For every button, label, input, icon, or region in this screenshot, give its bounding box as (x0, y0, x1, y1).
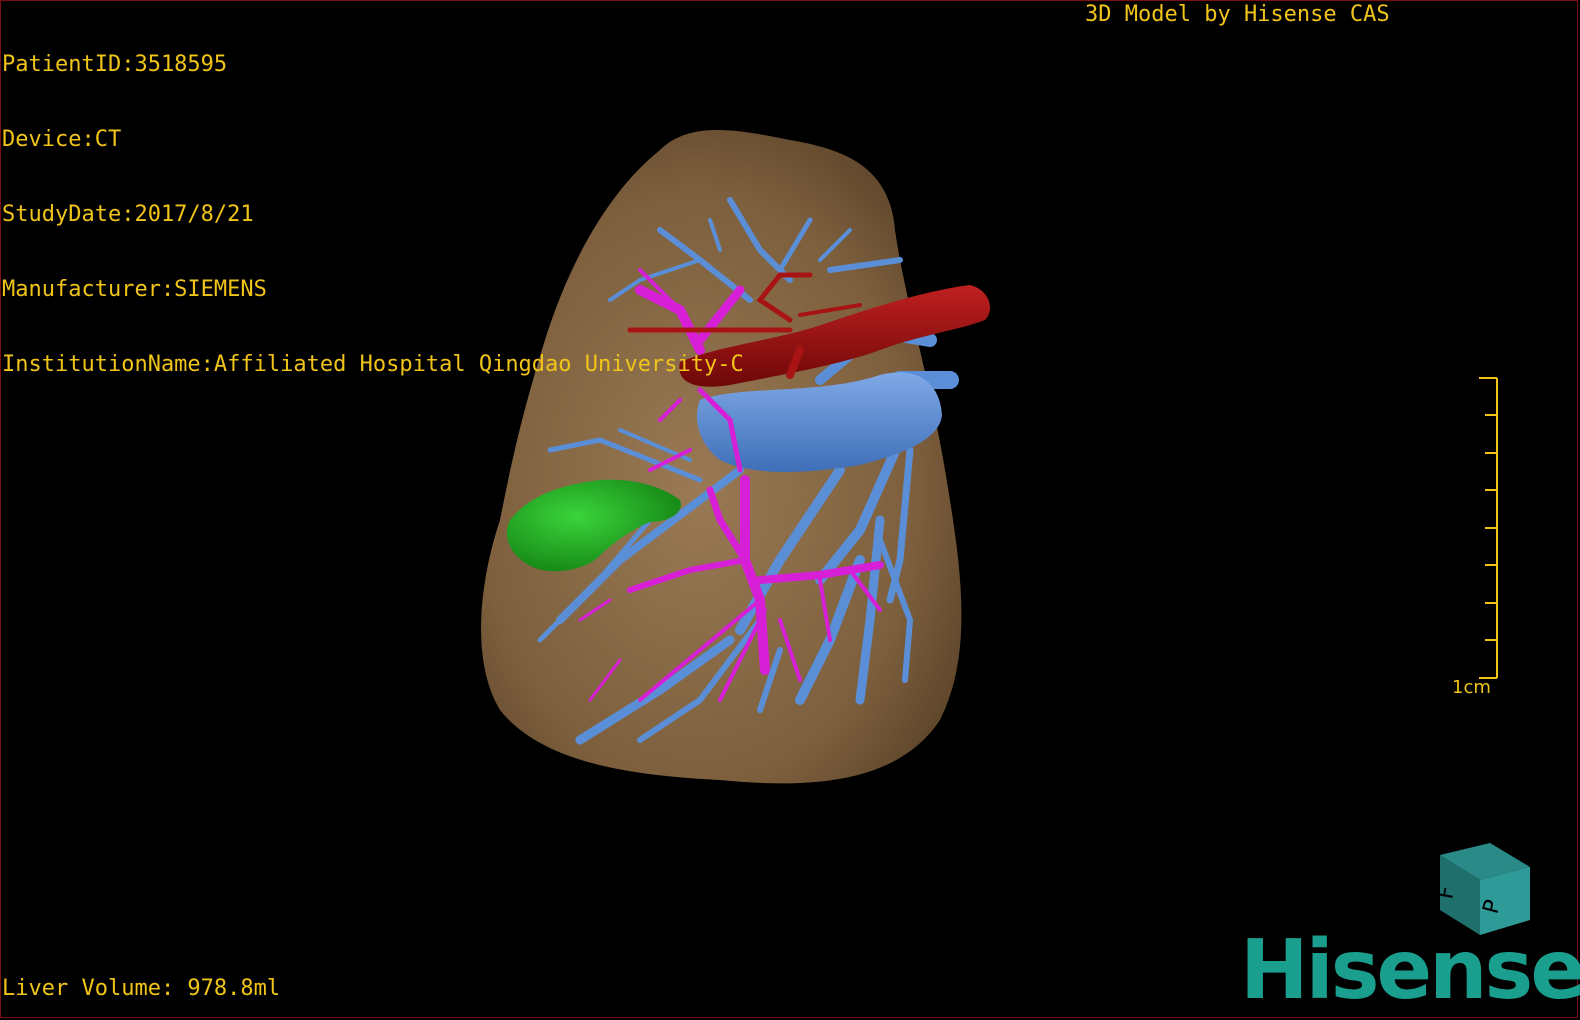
institution-text: InstitutionName:Affiliated Hospital Qing… (2, 352, 744, 377)
manufacturer-text: Manufacturer:SIEMENS (2, 277, 267, 302)
model-credit-text: 3D Model by Hisense CAS (1085, 2, 1390, 27)
device-text: Device:CT (2, 127, 122, 152)
dicom-info-overlay: PatientID:3518595 Device:CT StudyDate:20… (2, 2, 744, 402)
patient-id-text: PatientID:3518595 (2, 52, 228, 77)
liver-volume-text: Liver Volume: 978.8ml (2, 976, 281, 1001)
orientation-cube-icon[interactable]: F P (1433, 843, 1530, 935)
scale-bar (1479, 377, 1498, 679)
hisense-logo: Hisense (1240, 923, 1580, 1018)
scale-bar-label: 1cm (1452, 677, 1491, 698)
study-date-text: StudyDate:2017/8/21 (2, 202, 254, 227)
